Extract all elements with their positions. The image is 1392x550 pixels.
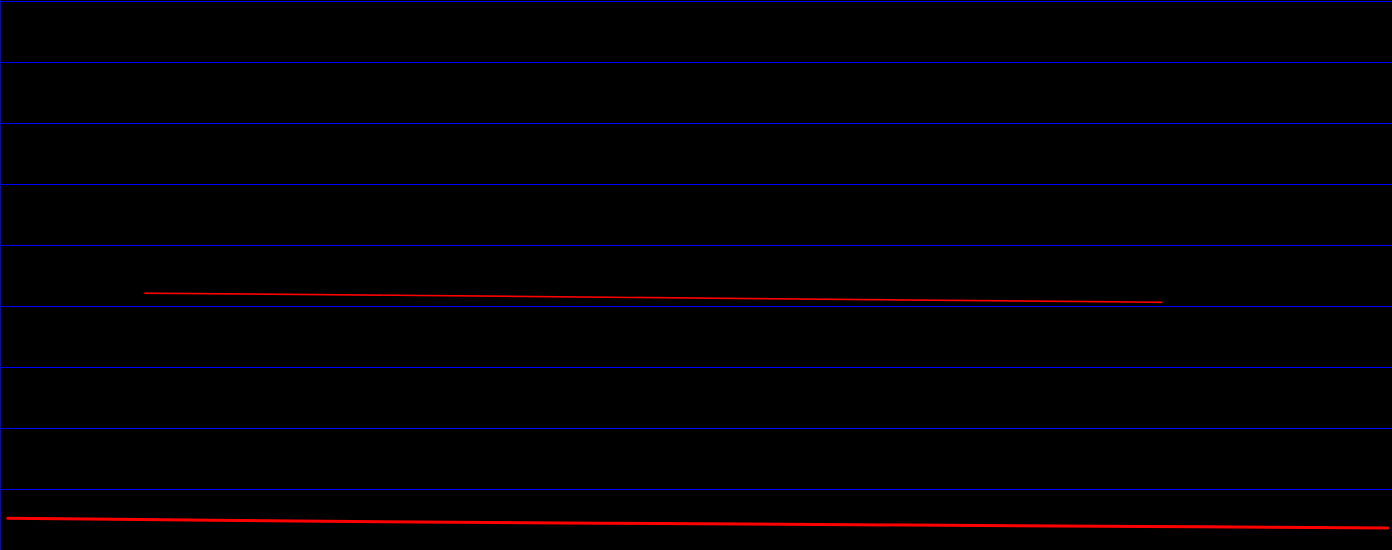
chart-canvas <box>0 0 1392 550</box>
chart-background <box>0 0 1392 550</box>
line-chart <box>0 0 1392 550</box>
